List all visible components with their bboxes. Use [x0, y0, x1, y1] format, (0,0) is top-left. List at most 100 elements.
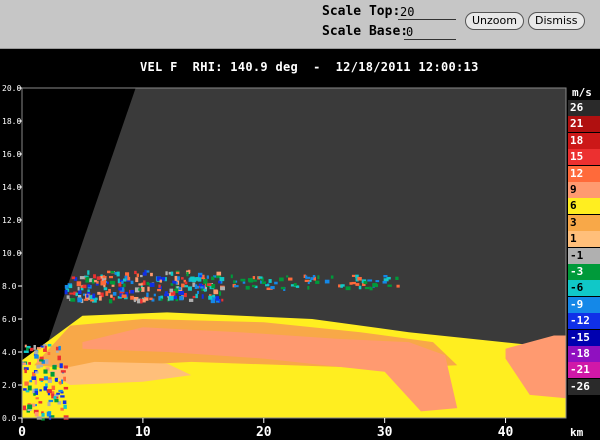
near-radar-clutter	[29, 380, 33, 383]
speckle	[307, 281, 310, 285]
speckle	[109, 280, 114, 285]
scale-top-input[interactable]	[398, 4, 456, 20]
speckle	[149, 282, 155, 287]
speckle	[130, 280, 134, 285]
near-radar-clutter	[52, 365, 57, 370]
y-tick-label: 2.0	[2, 381, 17, 390]
speckle	[165, 271, 168, 276]
unzoom-button[interactable]: Unzoom	[465, 12, 524, 30]
x-tick-label: 30	[377, 425, 393, 440]
near-radar-clutter	[34, 354, 39, 359]
near-radar-clutter	[34, 412, 39, 417]
near-radar-clutter	[47, 389, 52, 394]
speckle	[186, 271, 189, 277]
near-radar-clutter	[31, 376, 37, 380]
near-radar-clutter	[25, 390, 30, 393]
speckle	[266, 287, 271, 291]
speckle	[199, 275, 202, 278]
speckle	[68, 284, 73, 289]
speckle	[195, 293, 198, 299]
speckle	[183, 292, 187, 298]
speckle	[369, 286, 372, 290]
x-tick-label: 20	[256, 425, 272, 440]
speckle	[211, 276, 215, 281]
speckle	[87, 289, 90, 293]
near-radar-clutter	[41, 412, 45, 417]
speckle	[144, 269, 147, 274]
speckle	[109, 275, 113, 279]
speckle	[206, 275, 209, 279]
near-radar-clutter	[22, 405, 27, 411]
near-radar-clutter	[63, 404, 67, 409]
speckle	[69, 292, 74, 295]
near-radar-clutter	[47, 379, 52, 383]
near-radar-clutter	[63, 376, 66, 382]
speckle	[130, 295, 134, 300]
speckle	[304, 279, 310, 282]
rhi-plot[interactable]: 0 10 20 30 40 km0.02.04.06.08.010.012.014.016…	[0, 78, 600, 440]
speckle	[71, 276, 76, 280]
speckle	[168, 271, 171, 275]
speckle	[305, 275, 308, 279]
speckle	[364, 286, 370, 290]
speckle	[169, 288, 174, 293]
speckle	[112, 291, 117, 296]
speckle	[330, 275, 334, 279]
x-tick-label: 40	[498, 425, 514, 440]
speckle	[142, 298, 146, 303]
near-radar-clutter	[29, 347, 34, 352]
speckle	[64, 289, 68, 295]
speckle	[248, 279, 254, 283]
speckle	[94, 279, 97, 283]
speckle	[317, 275, 320, 280]
near-radar-clutter	[46, 411, 51, 417]
speckle	[174, 275, 178, 281]
speckle	[203, 288, 207, 292]
y-tick-label: 4.0	[2, 348, 17, 357]
speckle	[164, 293, 170, 297]
speckle	[349, 282, 353, 285]
toolbar: Scale Top: Scale Base: Unzoom Dismiss	[0, 0, 600, 49]
speckle	[87, 270, 90, 275]
speckle	[245, 285, 250, 290]
x-tick-label: 10	[135, 425, 151, 440]
speckle	[395, 276, 399, 281]
speckle	[196, 290, 200, 294]
speckle	[184, 281, 188, 285]
speckle	[179, 295, 184, 301]
speckle	[286, 275, 289, 278]
near-radar-clutter	[27, 385, 32, 391]
speckle	[181, 283, 185, 288]
speckle	[221, 298, 224, 302]
speckle	[358, 285, 362, 290]
plot-title: VEL F RHI: 140.9 deg - 12/18/2011 12:00:…	[140, 60, 479, 74]
colorbar-swatch: -12	[568, 313, 600, 330]
near-radar-clutter	[56, 392, 60, 395]
colorbar-swatch: -3	[568, 264, 600, 280]
near-radar-clutter	[54, 398, 59, 403]
speckle	[66, 295, 70, 299]
speckle	[293, 283, 297, 286]
speckle	[103, 284, 106, 288]
speckle	[102, 275, 106, 279]
y-tick-label: 6.0	[2, 315, 17, 324]
speckle	[121, 294, 127, 298]
speckle	[76, 281, 82, 287]
y-tick-label: 18.0	[2, 117, 21, 126]
dismiss-button[interactable]: Dismiss	[528, 12, 585, 30]
speckle	[188, 298, 194, 302]
speckle	[70, 298, 76, 302]
y-tick-label: 20.0	[2, 84, 21, 93]
speckle	[108, 288, 111, 294]
scale-base-input[interactable]	[404, 24, 456, 40]
y-tick-label: 8.0	[2, 282, 17, 291]
speckle	[198, 283, 203, 287]
speckle	[178, 286, 182, 290]
y-tick-label: 0.0	[2, 414, 17, 423]
speckle	[175, 271, 180, 275]
speckle	[96, 276, 101, 280]
speckle	[265, 284, 270, 287]
near-radar-clutter	[58, 389, 63, 393]
x-tick-label: 0	[18, 425, 26, 440]
colorbar-swatch: -21	[568, 362, 600, 379]
